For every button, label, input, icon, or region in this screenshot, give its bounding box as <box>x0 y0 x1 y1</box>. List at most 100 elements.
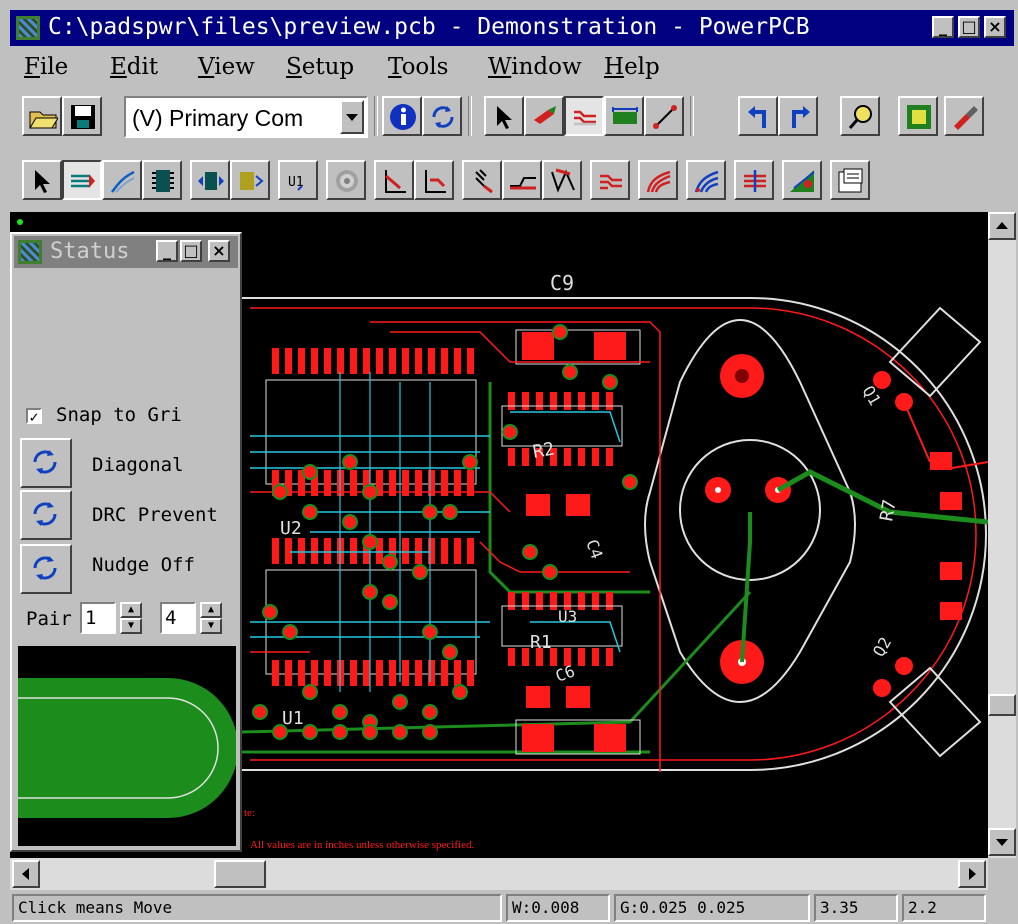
arrow-up-icon <box>996 222 1008 229</box>
zoom-button[interactable] <box>840 96 880 136</box>
route-button[interactable] <box>564 96 604 136</box>
pair-1-increment-button[interactable]: ▲ <box>120 602 142 618</box>
zoom-icon <box>848 105 872 129</box>
arrow-down-icon <box>996 839 1008 846</box>
status-close-button[interactable]: × <box>208 240 230 262</box>
title-bar[interactable]: C:\padspwr\files\preview.pcb - Demonstra… <box>10 10 1014 46</box>
drc-prevent-toggle-button[interactable] <box>20 490 72 540</box>
trim-button[interactable] <box>414 160 454 200</box>
plane-button[interactable] <box>502 160 542 200</box>
miter-button[interactable] <box>374 160 414 200</box>
status-y-coordinate: 2.2 <box>902 894 986 922</box>
redo-icon <box>792 106 810 128</box>
length-button[interactable] <box>734 160 774 200</box>
paint-icon <box>954 106 978 130</box>
board-label-r2: R2 <box>531 438 556 462</box>
trim-icon <box>425 170 446 193</box>
select-mode-button[interactable] <box>22 160 62 200</box>
menu-view[interactable]: View <box>198 54 255 80</box>
layer-select-dropdown[interactable] <box>340 100 364 134</box>
maximize-button[interactable]: □ <box>958 16 980 38</box>
dimension-button[interactable] <box>782 160 822 200</box>
horizontal-scrollbar[interactable] <box>10 858 988 890</box>
info-button[interactable] <box>382 96 422 136</box>
redraw-button[interactable] <box>422 96 462 136</box>
vertical-scrollbar[interactable] <box>988 212 1016 858</box>
check-icon: ✓ <box>29 408 39 426</box>
layer-select[interactable]: (V) Primary Com <box>124 96 368 138</box>
menu-help[interactable]: Help <box>604 54 660 80</box>
sketch-icon <box>110 170 135 193</box>
pair-1-decrement-button[interactable]: ▼ <box>120 618 142 634</box>
label-button[interactable]: U1 <box>278 160 318 200</box>
paint-button[interactable] <box>944 96 984 136</box>
route-icon <box>574 110 596 126</box>
trace-button[interactable] <box>644 96 684 136</box>
sketch-button[interactable] <box>102 160 142 200</box>
pair-2-decrement-button[interactable]: ▼ <box>200 618 222 634</box>
board-label-r7: R7 <box>876 498 900 523</box>
fanout-button[interactable] <box>590 160 630 200</box>
redo-button[interactable] <box>778 96 818 136</box>
nudge-toggle-button[interactable] <box>20 544 72 594</box>
route-mode-button[interactable] <box>62 160 102 200</box>
report-button[interactable] <box>898 96 938 136</box>
minimize-button[interactable]: _ <box>932 16 954 38</box>
report-icon <box>907 105 931 129</box>
pair-2-increment-button[interactable]: ▲ <box>200 602 222 618</box>
undo-button[interactable] <box>738 96 778 136</box>
snap-to-grid-checkbox[interactable]: ✓ <box>26 408 42 426</box>
vertical-scroll-thumb[interactable] <box>988 694 1016 716</box>
chevron-down-icon <box>346 114 358 121</box>
scroll-down-button[interactable] <box>988 828 1016 856</box>
split-button[interactable] <box>462 160 502 200</box>
label-icon: U1 <box>288 175 304 191</box>
toolbar-separator <box>468 96 472 136</box>
snap-to-grid-label: Snap to Gri <box>56 404 182 426</box>
channel-button[interactable] <box>638 160 678 200</box>
select-button[interactable] <box>484 96 524 136</box>
drawing-button[interactable] <box>830 160 870 200</box>
open-button[interactable] <box>22 96 62 136</box>
status-window-titlebar[interactable]: Status _ □ × <box>14 236 238 268</box>
menu-tools[interactable]: Tools <box>388 54 448 80</box>
pair-field-1[interactable]: 1 <box>80 602 116 634</box>
info-icon <box>390 104 416 130</box>
pair-field-2[interactable]: 4 <box>160 602 196 634</box>
board-label-c4: C4 <box>582 537 606 562</box>
swap-button[interactable] <box>230 160 270 200</box>
arrow-left-icon <box>22 868 29 880</box>
via-button[interactable] <box>326 160 366 200</box>
board-button[interactable] <box>604 96 644 136</box>
save-button[interactable] <box>62 96 102 136</box>
close-button[interactable]: × <box>984 16 1006 38</box>
diagonal-toggle-button[interactable] <box>20 438 72 488</box>
menu-edit[interactable]: Edit <box>110 54 158 80</box>
menu-bar: File Edit View Setup Tools Window Help <box>10 48 1014 88</box>
highlight-button[interactable] <box>524 96 564 136</box>
scroll-left-button[interactable] <box>12 860 40 888</box>
route-mode-icon <box>71 174 95 188</box>
spread-button[interactable] <box>686 160 726 200</box>
board-label-u3: U3 <box>558 607 577 626</box>
menu-file[interactable]: File <box>24 54 68 80</box>
status-maximize-button[interactable]: □ <box>180 240 202 262</box>
menu-setup[interactable]: Setup <box>286 54 354 80</box>
board-icon <box>612 107 638 124</box>
clearance-button[interactable] <box>542 160 582 200</box>
layer-select-value: (V) Primary Com <box>132 105 304 131</box>
scroll-right-button[interactable] <box>958 860 986 888</box>
move-button[interactable] <box>190 160 230 200</box>
board-label-c9: C9 <box>550 271 574 295</box>
status-minimize-button[interactable]: _ <box>156 240 178 262</box>
scroll-up-button[interactable] <box>988 212 1016 240</box>
component-button[interactable] <box>142 160 182 200</box>
menu-window[interactable]: Window <box>488 54 582 80</box>
horizontal-scroll-thumb[interactable] <box>214 860 266 888</box>
select-mode-icon <box>35 170 50 193</box>
clearance-icon <box>551 168 575 193</box>
cycle-icon <box>33 556 57 580</box>
plane-icon <box>510 177 536 190</box>
component-icon <box>152 170 174 192</box>
app-icon[interactable] <box>16 16 40 40</box>
